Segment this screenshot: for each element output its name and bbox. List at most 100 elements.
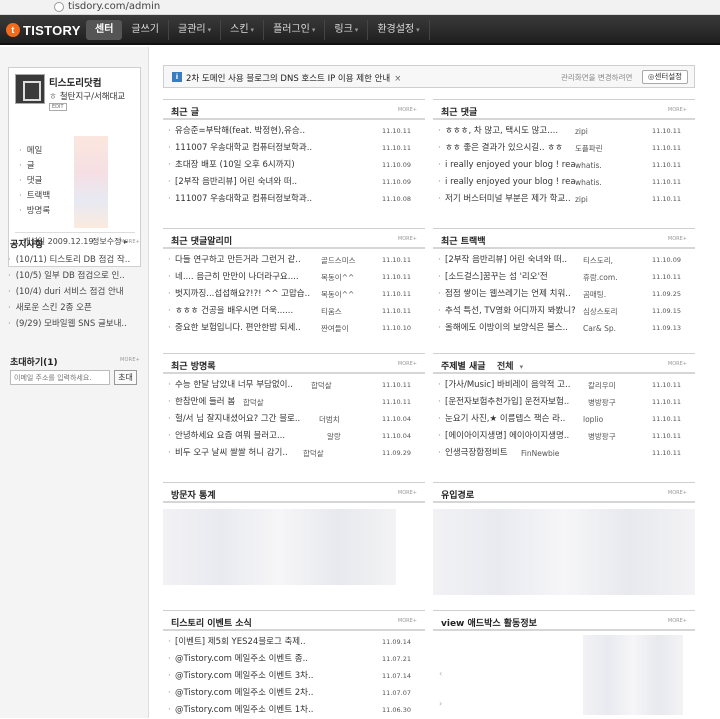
menu-post-manage[interactable]: 글관리 ▾ (169, 20, 222, 40)
more-link[interactable]: MORE+ (668, 490, 687, 496)
notice-item[interactable]: (9/29) 모바일웹 SNS 글보내.. (8, 316, 133, 332)
menu-skin[interactable]: 스킨 ▾ (221, 20, 265, 40)
notice-more-link[interactable]: MORE+ (120, 239, 140, 245)
main-menu: 센터 글쓰기 글관리 ▾ 스킨 ▾ 플러그인 ▾ 링크 ▾ 환경설정 ▾ (86, 20, 430, 40)
list-item[interactable]: i really enjoyed your blog ! rea..whatis… (433, 174, 695, 191)
list-item[interactable]: 헐/서 님 잘지내셨어요? 그간 블로..더범치11.10.04 (163, 411, 425, 428)
blurred-stat-values (74, 136, 108, 228)
notice-item[interactable]: (10/11) 티스토리 DB 점검 작.. (8, 252, 133, 268)
more-link[interactable]: MORE+ (398, 618, 417, 624)
more-link[interactable]: MORE+ (398, 236, 417, 242)
more-link[interactable]: MORE+ (668, 236, 687, 242)
list-item[interactable]: i really enjoyed your blog ! rea..whatis… (433, 157, 695, 174)
list-item[interactable]: ㅎㅎ 좋은 결과가 있으시길.. ㅎㅎ도플파린11.10.11 (433, 140, 695, 157)
list-item[interactable]: 111007 우송대학교 컴퓨터정보학과..11.10.08 (163, 191, 425, 208)
blurred-adbox-info (583, 635, 683, 715)
more-link[interactable]: MORE+ (398, 107, 417, 113)
list-item[interactable]: ㅎㅎㅎ, 차 많고, 택시도 많고....zipi11.10.11 (433, 123, 695, 140)
chevron-down-icon: ▾ (250, 26, 255, 34)
notice-list: (10/11) 티스토리 DB 점검 작.. (10/5) 일부 DB 점검으로… (8, 252, 133, 332)
panel-title: 최근 트랙백 (441, 237, 486, 247)
menu-write[interactable]: 글쓰기 (122, 20, 170, 40)
list-item[interactable]: 한참만에 들러 봄합덕살11.10.11 (163, 394, 425, 411)
browser-address-bar[interactable]: tisdory.com/admin (0, 0, 720, 15)
list-item[interactable]: 비두 오구 날씨 쌀쌀 허니 감기..합덕살11.09.29 (163, 445, 425, 462)
url-text[interactable]: tisdory.com/admin (68, 1, 160, 12)
list-item[interactable]: 눈요기 사진,★ 이름텝스 잭슨 라..loplio11.10.11 (433, 411, 695, 428)
list-item[interactable]: 인생극장합정비트FinNewbie11.10.11 (433, 445, 695, 462)
globe-icon (54, 2, 64, 12)
close-icon[interactable]: × (394, 74, 401, 84)
stat-posts[interactable]: 글 (19, 159, 50, 174)
banner-hint: 관리화면을 변경하려면 (561, 73, 633, 82)
panel-title: 티스토리 이벤트 소식 (171, 619, 252, 629)
notice-item[interactable]: (10/4) duri 서비스 점검 안내 (8, 284, 133, 300)
invite-button[interactable]: 초대 (114, 370, 137, 385)
list-item[interactable]: @Tistory.com 메일주소 이벤트 종..11.07.21 (163, 651, 425, 668)
list-item[interactable]: 올해에도 이방이의 보양식은 불스..Car& Sp.11.09.13 (433, 320, 695, 337)
list-item[interactable]: 점점 쌓이는 웹쓰레기는 언제 치워..곰매팅.11.09.25 (433, 286, 695, 303)
blurred-visitor-graph (163, 509, 396, 585)
notice-item[interactable]: (10/5) 일부 DB 점검으로 인.. (8, 268, 133, 284)
stat-guestbook[interactable]: 방명록 (19, 204, 50, 219)
list-item[interactable]: [2부작 음반리뷰] 어린 숙녀와 떠..티스도리,11.10.09 (433, 252, 695, 269)
more-link[interactable]: MORE+ (668, 618, 687, 624)
list-item[interactable]: 111007 우송대학교 컴퓨터정보학과..11.10.11 (163, 140, 425, 157)
blog-owner: ㅎ 철탄지구/서해대교 (49, 92, 126, 102)
edit-button[interactable]: EDIT (49, 103, 67, 111)
menu-center[interactable]: 센터 (86, 20, 123, 40)
panel-title: 최근 댓글알리미 (171, 237, 233, 247)
panel-title: 유입경로 (441, 491, 475, 501)
list-item[interactable]: [소드걸스]꿈꾸는 섬 '리오'전휴람.com.11.10.11 (433, 269, 695, 286)
notice-item[interactable]: 새로운 스킨 2종 오픈 (8, 300, 133, 316)
list-item[interactable]: 다들 연구하고 만든거라 그런거 같..골드스미스11.10.11 (163, 252, 425, 269)
panel-recent-comments: 최근 댓글 MORE+ ㅎㅎㅎ, 차 많고, 택시도 많고....zipi11.1… (433, 99, 695, 208)
list-item[interactable]: 네.... 음근히 만만이 나더라구요....복동이^^11.10.11 (163, 269, 425, 286)
stat-trackbacks[interactable]: 트랙백 (19, 189, 50, 204)
invite-more-link[interactable]: MORE+ (120, 357, 140, 363)
panel-events: 티스토리 이벤트 소식 MORE+ [이벤트] 제5회 YES24블로그 축제..… (163, 610, 425, 719)
list-item[interactable]: 추석 특선, TV영화 어디까지 봐봤니?심상스토리11.09.15 (433, 303, 695, 320)
user-icon: ㅎ (49, 92, 57, 102)
topic-select[interactable]: 전체 ▾ (497, 359, 523, 372)
blog-name[interactable]: 티스도리닷컴 (49, 75, 101, 89)
chevron-down-icon: ▾ (311, 26, 316, 34)
panel-title: 방문자 통계 (171, 491, 216, 501)
list-item[interactable]: [이벤트] 제5회 YES24블로그 축제..11.09.14 (163, 634, 425, 651)
list-item[interactable]: 유승준=부탁해(feat. 박정현),유승..11.10.11 (163, 123, 425, 140)
blog-avatar[interactable] (15, 74, 45, 104)
list-item[interactable]: 벗지까징...섭섭해요?!?! ^^ 고맙습..복동이^^11.10.11 (163, 286, 425, 303)
more-link[interactable]: MORE+ (398, 361, 417, 367)
stat-comments[interactable]: 댓글 (19, 174, 50, 189)
list-item[interactable]: 초대장 배포 (10일 오후 6시까지)11.10.09 (163, 157, 425, 174)
chevron-down-icon: ▾ (519, 363, 524, 371)
list-item[interactable]: @Tistory.com 메일주소 이벤트 3차..11.07.14 (163, 668, 425, 685)
list-item[interactable]: 중요한 보험입니다. 편안한밤 되세..짠여들이11.10.10 (163, 320, 425, 337)
menu-plugin[interactable]: 플러그인 ▾ (264, 20, 326, 40)
list-item[interactable]: ㅎㅎㅎ 건공을 배우시면 더욱......티움스11.10.11 (163, 303, 425, 320)
list-item[interactable]: @Tistory.com 메일주소 이벤트 1차..11.06.30 (163, 702, 425, 719)
list-item[interactable]: 수능 한달 남았내 너무 부담없이..합덕살11.10.11 (163, 377, 425, 394)
list-item[interactable]: [가사/Music] 바비레이 음악적 고..칼리우미11.10.11 (433, 377, 695, 394)
tistory-logo[interactable]: t TISTORY (6, 22, 81, 38)
invite-email-input[interactable] (10, 370, 110, 385)
panel-referrers: 유입경로 MORE+ (433, 482, 695, 597)
stat-mail[interactable]: 메일 (19, 144, 50, 159)
list-item[interactable]: [에이아이지생명] 에이아이지생명..병방팡구11.10.11 (433, 428, 695, 445)
list-item[interactable]: 안녕하세요 요즘 여뭐 블러고...알랑11.10.04 (163, 428, 425, 445)
menu-link[interactable]: 링크 ▾ (325, 20, 369, 40)
chevron-left-icon[interactable]: ‹ (439, 669, 442, 678)
banner-text[interactable]: 2차 도메인 사용 블로그의 DNS 호스트 IP 이용 제한 안내 × (186, 72, 401, 84)
chevron-right-icon[interactable]: › (439, 699, 442, 708)
list-item[interactable]: 저기 버스터미널 부분은 제가 학교..zipi11.10.11 (433, 191, 695, 208)
center-settings-button[interactable]: ◎센터설정 (642, 70, 688, 84)
sidebar: 티스도리닷컴 ㅎ철탄지구/서해대교 EDIT 메일 글 댓글 트랙백 방명록 개… (0, 47, 149, 718)
panel-guestbook: 최근 방명록 MORE+ 수능 한달 남았내 너무 부담없이..합덕살11.10.… (163, 353, 425, 462)
list-item[interactable]: [2부작 음반리뷰] 어린 숙녀와 떠..11.10.09 (163, 174, 425, 191)
more-link[interactable]: MORE+ (668, 107, 687, 113)
menu-settings[interactable]: 환경설정 ▾ (368, 20, 430, 40)
more-link[interactable]: MORE+ (668, 361, 687, 367)
list-item[interactable]: [운전자보험추천가입] 운전자보험..병방팡구11.10.11 (433, 394, 695, 411)
list-item[interactable]: @Tistory.com 메일주소 이벤트 2차..11.07.07 (163, 685, 425, 702)
more-link[interactable]: MORE+ (398, 490, 417, 496)
